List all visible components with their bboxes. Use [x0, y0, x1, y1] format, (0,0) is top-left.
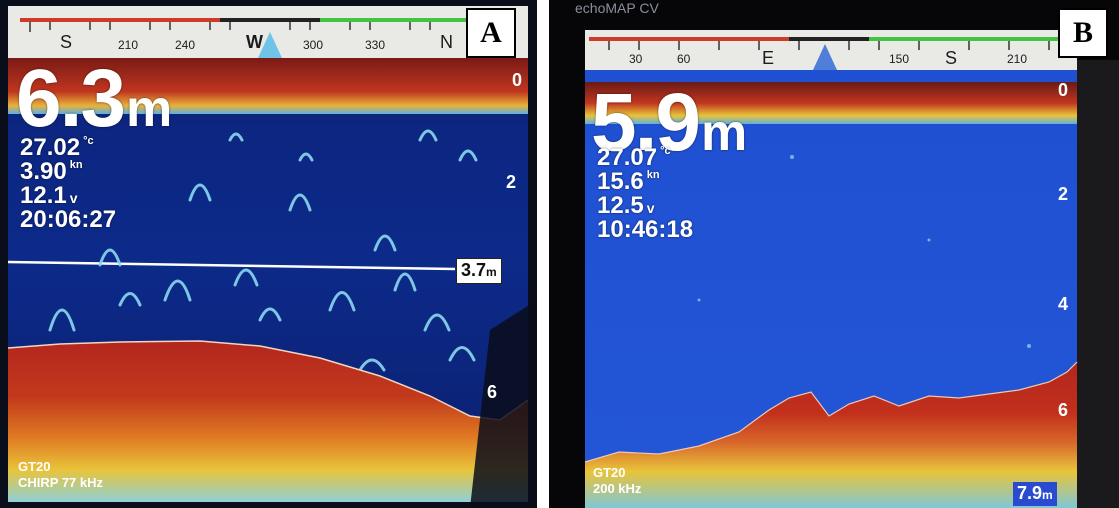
speed-value: 3.90 — [20, 158, 67, 185]
speed-unit: kn — [69, 159, 83, 171]
scale-mark: 4 — [1058, 294, 1069, 314]
compass-label: 30 — [629, 52, 643, 66]
time-readout-a: 20:06:27 — [20, 206, 117, 233]
voltage-unit: v — [646, 200, 655, 216]
bottom-depth-value: 7.9 — [1017, 483, 1043, 503]
temperature-unit: °c — [83, 135, 94, 147]
temperature-value: 27.02 — [20, 134, 81, 161]
scale-mark: 0 — [512, 70, 523, 90]
compass-label: 150 — [889, 52, 910, 66]
scale-mark: 2 — [1058, 184, 1069, 204]
speed-readout-a: 3.90 kn — [20, 160, 83, 184]
transducer-label-b: GT20 — [593, 465, 626, 480]
compass-label: 60 — [677, 52, 691, 66]
panel-a: S 210 240 W 300 330 N A 6.3m 27.02 °c 3.9… — [0, 0, 537, 508]
sonar-figure: S 210 240 W 300 330 N A 6.3m 27.02 °c 3.9… — [0, 0, 1119, 508]
bottom-depth-unit: m — [1042, 488, 1053, 502]
depth-line-unit: m — [486, 265, 497, 279]
panel-label-b: B — [1058, 8, 1108, 58]
device-brand-text: echoMAP CV — [575, 0, 659, 16]
scale-mark: 6 — [1058, 400, 1069, 420]
scale-mark: 0 — [1058, 80, 1069, 100]
time-readout-b: 10:46:18 — [597, 216, 694, 243]
compass-label: S — [945, 48, 958, 68]
depth-line-value: 3.7 — [461, 260, 487, 280]
scale-mark: 2 — [506, 172, 517, 192]
depth-value: 6.3 — [16, 53, 126, 144]
voltage-value: 12.5 — [597, 192, 644, 219]
depth-unit: m — [126, 80, 173, 138]
compass-label: 210 — [118, 38, 139, 52]
depth-line-label-a: 3.7m — [456, 258, 502, 284]
depth-unit: m — [701, 104, 748, 162]
voltage-value: 12.1 — [20, 182, 67, 209]
speed-value: 15.6 — [597, 168, 644, 195]
speed-unit: kn — [646, 169, 660, 181]
compass-label: N — [440, 32, 453, 52]
compass-label: E — [762, 48, 775, 68]
speed-readout-b: 15.6 kn — [597, 170, 660, 194]
voltage-unit: v — [69, 190, 78, 206]
transducer-label-a: GT20 — [18, 459, 51, 474]
temperature-readout-a: 27.02 °c — [20, 136, 94, 160]
panel-b: echoMAP CV 30 60 E 150 S 210 B 5.9m 27.0… — [549, 0, 1119, 508]
compass-label: 300 — [303, 38, 324, 52]
bottom-depth-label-b: 7.9m — [1013, 482, 1057, 506]
frequency-label-a: CHIRP 77 kHz — [18, 475, 104, 490]
temperature-readout-b: 27.07 °c — [597, 146, 671, 170]
temperature-unit: °c — [660, 145, 671, 157]
scale-mark: 6 — [487, 382, 498, 402]
compass-label: 330 — [365, 38, 386, 52]
panel-label-a: A — [466, 8, 516, 58]
compass-label: 240 — [175, 38, 196, 52]
compass-label: S — [60, 32, 73, 52]
compass-label: 210 — [1007, 52, 1028, 66]
frequency-label-b: 200 kHz — [593, 481, 642, 496]
compass-label: W — [246, 32, 263, 52]
temperature-value: 27.07 — [597, 144, 658, 171]
